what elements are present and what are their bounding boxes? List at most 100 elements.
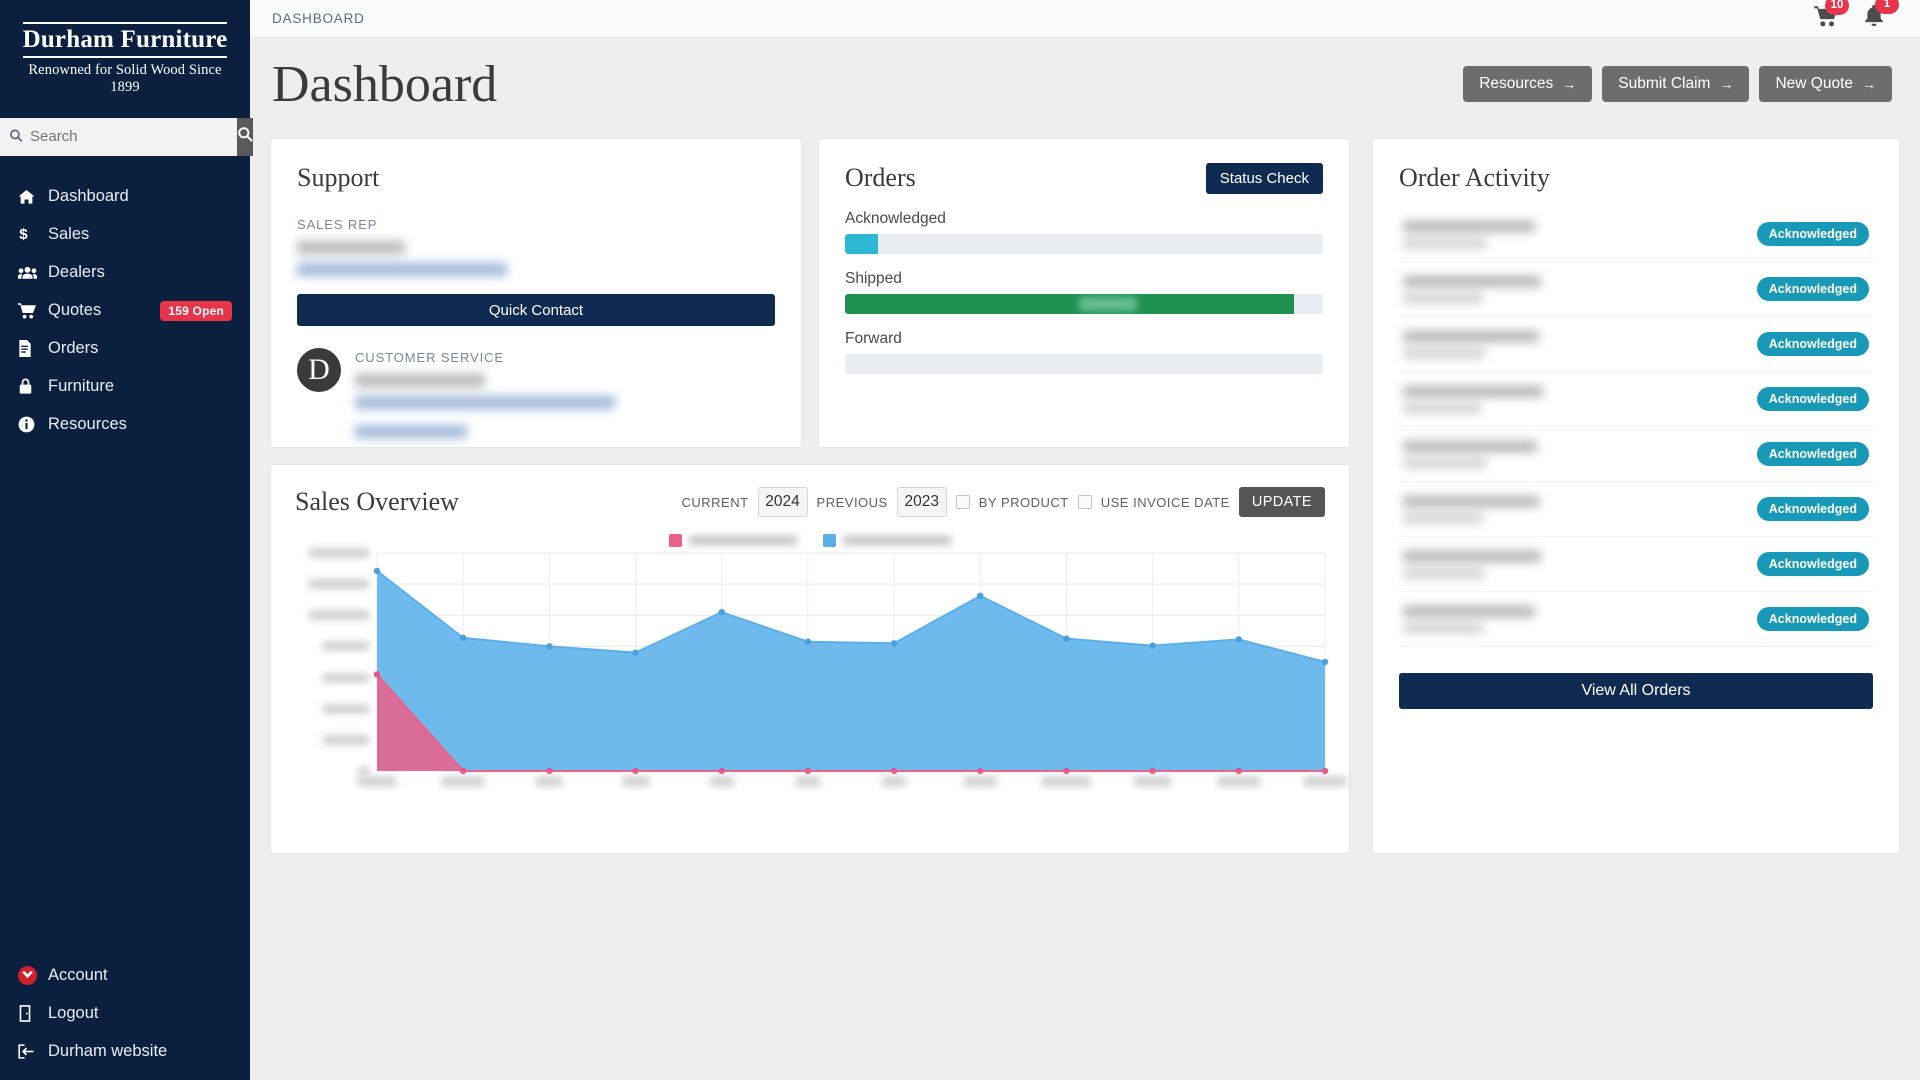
page-header: Dashboard Resources → Submit Claim → New… xyxy=(250,38,1920,130)
sidebar-item-furniture[interactable]: Furniture xyxy=(0,368,250,406)
status-check-button[interactable]: Status Check xyxy=(1205,163,1323,194)
cart-count-badge: 10 xyxy=(1825,0,1849,15)
chart-data-point[interactable] xyxy=(804,638,812,645)
info-icon xyxy=(18,416,48,433)
sidebar-item-account[interactable]: Account xyxy=(0,956,250,994)
resources-button[interactable]: Resources → xyxy=(1463,66,1593,102)
chart-y-tick-label xyxy=(323,673,369,682)
previous-year-input[interactable] xyxy=(896,487,947,517)
chart-data-point[interactable] xyxy=(1149,767,1156,775)
cart-icon[interactable]: 10 xyxy=(1814,0,1849,32)
new-quote-button[interactable]: New Quote → xyxy=(1759,66,1892,102)
chart-data-point[interactable] xyxy=(718,608,725,616)
order-activity-list: Acknowledged Acknowledged Acknowledged Ackn… xyxy=(1399,207,1873,647)
home-icon xyxy=(18,189,48,205)
door-exit-icon xyxy=(18,1004,48,1022)
support-card-title: Support xyxy=(297,163,380,192)
chart-y-tick-label xyxy=(359,767,369,775)
submit-claim-button[interactable]: Submit Claim → xyxy=(1602,66,1750,102)
chart-data-point[interactable] xyxy=(890,640,898,647)
view-all-orders-button[interactable]: View All Orders xyxy=(1399,673,1873,709)
quick-contact-button[interactable]: Quick Contact xyxy=(297,294,775,326)
customer-service-block: D CUSTOMER SERVICE xyxy=(297,332,775,438)
orders-card: Orders Status Check Acknowledged Shipped… xyxy=(818,138,1350,448)
sidebar-nav-main: Dashboard $ Sales Dealers Quotes 159 Ope… xyxy=(0,178,250,444)
sidebar-item-label: Account xyxy=(48,965,108,984)
order-activity-row[interactable]: Acknowledged xyxy=(1399,262,1873,317)
chart-data-point[interactable] xyxy=(977,767,984,775)
order-activity-row-details xyxy=(1403,550,1757,578)
search-bar xyxy=(0,117,253,156)
brand-logo[interactable]: Durham Furniture Renowned for Solid Wood… xyxy=(0,0,250,114)
chart-data-point[interactable] xyxy=(1063,635,1070,642)
chart-data-point[interactable] xyxy=(718,767,725,775)
legend-item-previous-year[interactable] xyxy=(823,533,951,547)
sales-overview-card: Sales Overview CURRENT PREVIOUS BY PRODU… xyxy=(270,464,1350,854)
order-activity-row[interactable]: Acknowledged xyxy=(1399,207,1873,262)
sales-rep-caption: SALES REP xyxy=(297,217,378,232)
search-input[interactable] xyxy=(0,117,237,156)
chart-data-point[interactable] xyxy=(977,592,984,600)
chart-data-point[interactable] xyxy=(804,767,812,775)
sidebar-item-sales[interactable]: $ Sales xyxy=(0,216,250,254)
sidebar-item-orders[interactable]: Orders xyxy=(0,330,250,368)
chart-data-point[interactable] xyxy=(632,649,639,656)
chart-data-point[interactable] xyxy=(1149,642,1156,649)
chart-data-point[interactable] xyxy=(546,643,553,650)
customer-service-details xyxy=(355,374,775,438)
order-activity-row[interactable]: Acknowledged xyxy=(1399,592,1873,647)
chart-data-point[interactable] xyxy=(1321,658,1329,666)
chart-data-point[interactable] xyxy=(1235,767,1243,775)
document-icon xyxy=(18,340,48,357)
legend-item-current-year[interactable] xyxy=(669,533,797,547)
page-title: Dashboard xyxy=(272,55,498,113)
legend-swatch xyxy=(669,533,682,547)
chart-data-point[interactable] xyxy=(632,767,639,775)
sidebar-item-label: Dashboard xyxy=(48,187,129,205)
sidebar-item-quotes[interactable]: Quotes 159 Open xyxy=(0,292,250,330)
sidebar-item-label: Logout xyxy=(48,1003,99,1022)
progress-redacted-value xyxy=(1079,297,1138,311)
bell-icon[interactable]: 1 xyxy=(1864,0,1899,32)
sidebar-item-resources[interactable]: Resources xyxy=(0,406,250,444)
current-year-input[interactable] xyxy=(757,487,808,517)
sidebar-item-dashboard[interactable]: Dashboard xyxy=(0,178,250,216)
by-product-checkbox[interactable] xyxy=(955,495,970,509)
chart-x-tick-label xyxy=(709,777,734,786)
chart-data-point[interactable] xyxy=(373,567,381,575)
notification-count-badge: 1 xyxy=(1875,0,1899,14)
chart-x-tick-label xyxy=(964,777,997,786)
header-action-buttons: Resources → Submit Claim → New Quote → xyxy=(1463,66,1892,102)
use-invoice-date-checkbox[interactable] xyxy=(1077,495,1092,509)
users-icon xyxy=(18,266,48,280)
lock-icon xyxy=(18,378,48,395)
chart-y-tick-label xyxy=(309,611,369,620)
order-activity-row[interactable]: Acknowledged xyxy=(1399,482,1873,537)
chart-data-point[interactable] xyxy=(890,767,898,775)
order-activity-row[interactable]: Acknowledged xyxy=(1399,317,1873,372)
order-status-badge: Acknowledged xyxy=(1756,277,1869,301)
current-year-caption: CURRENT xyxy=(681,494,749,510)
order-activity-row[interactable]: Acknowledged xyxy=(1399,537,1873,592)
external-link-icon xyxy=(18,1043,48,1059)
order-activity-row[interactable]: Acknowledged xyxy=(1399,372,1873,427)
button-label: Submit Claim xyxy=(1618,75,1711,92)
chart-data-point[interactable] xyxy=(1063,767,1070,775)
order-activity-row[interactable]: Acknowledged xyxy=(1399,427,1873,482)
progress-bar-shipped xyxy=(845,294,1323,314)
chart-data-point[interactable] xyxy=(459,634,467,642)
order-status-badge: Acknowledged xyxy=(1756,497,1869,521)
sidebar-item-dealers[interactable]: Dealers xyxy=(0,254,250,292)
chart-data-point[interactable] xyxy=(459,767,467,775)
chart-x-tick-label xyxy=(441,777,485,786)
chart-x-tick-label xyxy=(622,777,650,786)
sidebar-item-durham-website[interactable]: Durham website xyxy=(0,1032,250,1070)
sidebar-item-logout[interactable]: Logout xyxy=(0,994,250,1032)
chart-data-point[interactable] xyxy=(1235,636,1243,643)
chart-data-point[interactable] xyxy=(1321,767,1329,775)
update-button[interactable]: UPDATE xyxy=(1238,487,1325,517)
cart-icon xyxy=(18,302,48,319)
chart-data-point[interactable] xyxy=(373,671,381,678)
breadcrumb: DASHBOARD xyxy=(272,11,365,26)
chart-data-point[interactable] xyxy=(546,767,553,775)
